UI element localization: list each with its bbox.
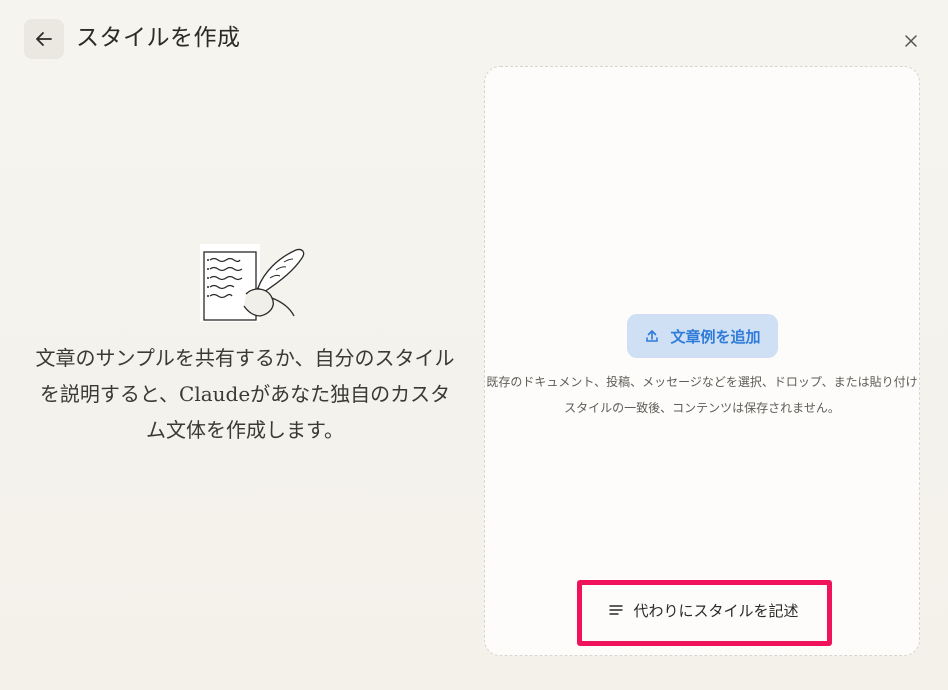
add-example-label: 文章例を追加 <box>670 327 761 346</box>
text-lines-icon <box>609 605 624 615</box>
intro-description: 文章のサンプルを共有するか、自分のスタイルを説明すると、Claudeがあなた独自… <box>35 346 455 442</box>
arrow-left-icon <box>36 32 52 46</box>
describe-style-button[interactable]: 代わりにスタイルを記述 <box>590 588 818 632</box>
describe-style-label: 代わりにスタイルを記述 <box>633 601 799 620</box>
add-example-button[interactable]: 文章例を追加 <box>627 314 778 358</box>
upload-hint-secondary: スタイルの一致後、コンテンツは保存されません。 <box>564 401 840 415</box>
close-icon <box>905 35 917 47</box>
upload-hint-primary: 既存のドキュメント、投稿、メッセージなどを選択、ドロップ、または貼り付け <box>486 375 918 389</box>
upload-icon <box>646 330 659 342</box>
close-button[interactable] <box>896 26 926 56</box>
back-button[interactable] <box>24 19 64 59</box>
create-style-dialog: スタイルを作成 文章のサンプルを共有するか、自分のスタイルを説明すると、Clau… <box>0 0 948 690</box>
upload-dropzone[interactable] <box>484 66 920 656</box>
quill-writing-illustration <box>200 244 305 322</box>
dialog-title: スタイルを作成 <box>76 25 241 51</box>
